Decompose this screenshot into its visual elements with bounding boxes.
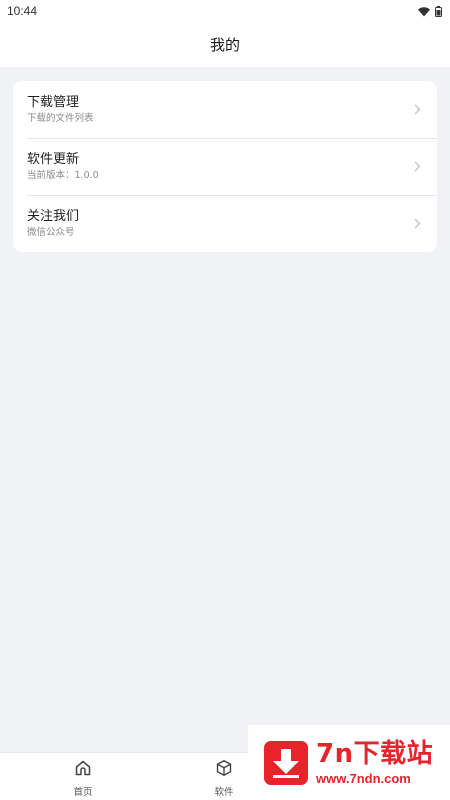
- watermark-url: www.7ndn.com: [316, 771, 411, 786]
- screen: 10:44 我的 下载管理 下载的文件列表 软件更新 当前版本：1.0.0 关注…: [0, 0, 450, 800]
- menu-card: 下载管理 下载的文件列表 软件更新 当前版本：1.0.0 关注我们 微信公众号: [13, 81, 437, 252]
- menu-item-subtitle: 当前版本：1.0.0: [27, 169, 99, 181]
- status-time: 10:44: [7, 4, 38, 18]
- menu-item-subtitle: 下载的文件列表: [27, 112, 94, 124]
- nav-item-software[interactable]: 软件: [194, 759, 254, 798]
- header: 我的: [0, 22, 450, 67]
- nav-label: 首页: [73, 787, 93, 798]
- menu-item-follow-us[interactable]: 关注我们 微信公众号: [13, 195, 437, 252]
- home-icon: [74, 759, 92, 781]
- chevron-right-icon: [413, 161, 421, 173]
- status-bar: 10:44: [0, 0, 450, 22]
- status-icons: [418, 2, 442, 21]
- battery-icon: [435, 2, 442, 21]
- wifi-icon: [418, 2, 430, 21]
- menu-item-download-manager[interactable]: 下载管理 下载的文件列表: [13, 81, 437, 138]
- menu-item-title: 关注我们: [27, 208, 80, 224]
- download-arrow-icon: [264, 740, 308, 785]
- package-icon: [215, 759, 233, 781]
- nav-item-home[interactable]: 首页: [53, 759, 113, 798]
- watermark: 7n下载站 www.7ndn.com: [248, 725, 450, 800]
- menu-item-title: 软件更新: [27, 151, 80, 167]
- chevron-right-icon: [413, 218, 421, 230]
- watermark-name: 7n下载站: [316, 739, 434, 769]
- menu-item-software-update[interactable]: 软件更新 当前版本：1.0.0: [13, 138, 437, 195]
- page-title: 我的: [209, 36, 240, 54]
- chevron-right-icon: [413, 104, 421, 116]
- nav-label: 软件: [214, 787, 234, 798]
- menu-item-title: 下载管理: [27, 94, 80, 110]
- menu-item-subtitle: 微信公众号: [27, 226, 75, 238]
